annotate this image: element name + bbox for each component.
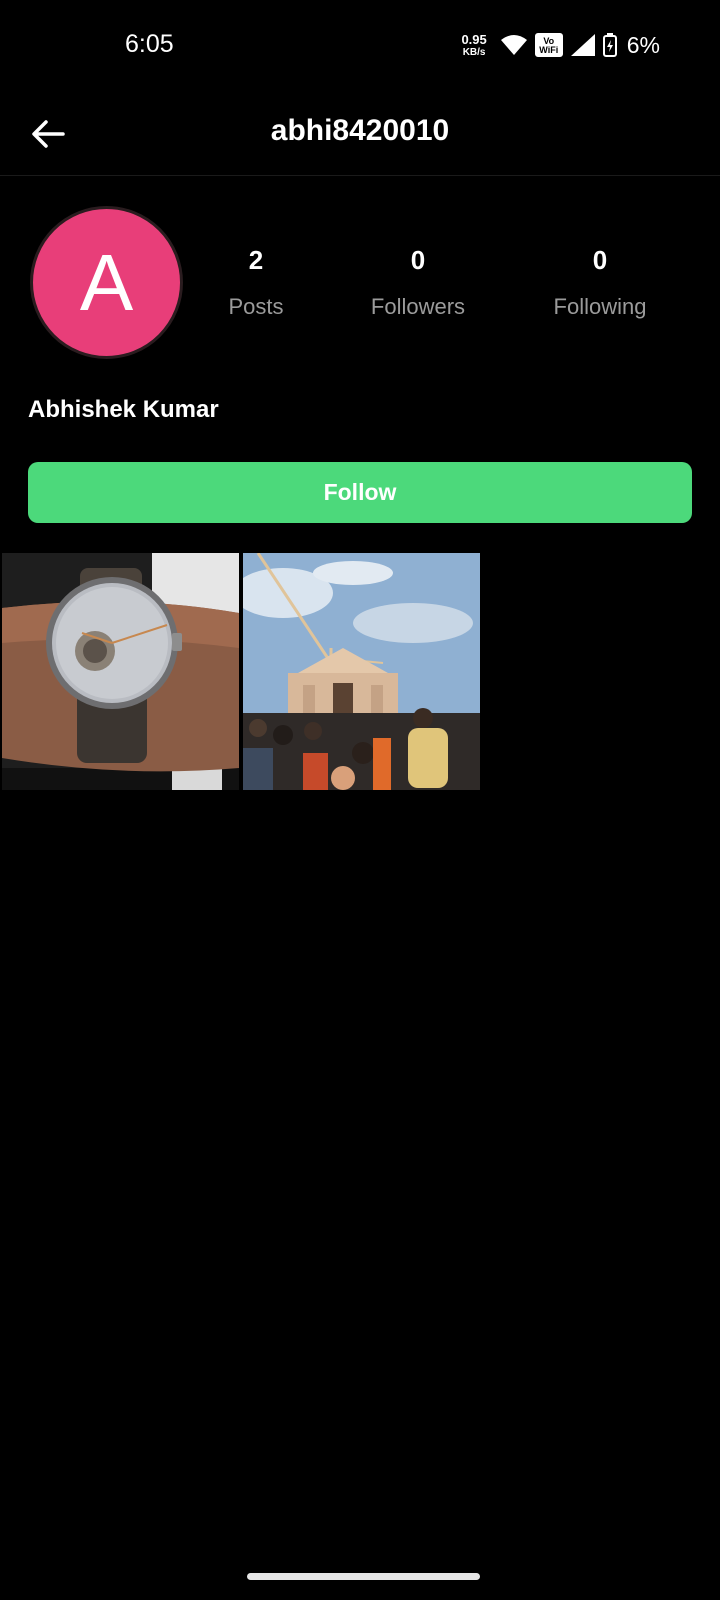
posts-count: 2: [248, 245, 264, 275]
network-speed-unit: KB/s: [462, 46, 486, 58]
battery-percent: 6%: [626, 31, 660, 58]
avatar-letter: A: [79, 237, 134, 327]
follow-button[interactable]: Follow: [28, 462, 692, 523]
wifi-icon: [500, 35, 527, 55]
posts-stat[interactable]: 2 Posts: [176, 245, 336, 320]
followers-count: 0: [410, 245, 426, 275]
vowifi-icon: Vo WiFi: [534, 33, 563, 57]
post-thumbnail[interactable]: [243, 553, 480, 790]
following-count: 0: [592, 245, 608, 275]
username-title: abhi8420010: [270, 114, 450, 147]
post-thumbnail[interactable]: [2, 553, 239, 790]
app-bar: abhi8420010: [0, 90, 720, 176]
network-speed-value: 0.95: [461, 31, 487, 47]
posts-label: Posts: [228, 294, 284, 319]
display-name: Abhishek Kumar: [28, 396, 219, 423]
status-time: 6:05: [125, 30, 174, 58]
followers-label: Followers: [370, 294, 466, 319]
signal-icon: [570, 34, 595, 56]
avatar: A: [30, 206, 183, 359]
wristwatch-photo: [2, 553, 239, 790]
temple-crowd-photo: [243, 553, 480, 790]
status-bar: 6:05 0.95 KB/s Vo WiFi 6%: [0, 0, 720, 90]
network-speed: 0.95 KB/s: [461, 33, 486, 58]
vowifi-bottom: WiFi: [539, 45, 559, 55]
status-icons: 0.95 KB/s Vo WiFi 6%: [461, 28, 660, 62]
home-indicator[interactable]: [247, 1573, 480, 1580]
following-label: Following: [553, 294, 647, 319]
following-stat[interactable]: 0 Following: [520, 245, 680, 320]
followers-stat[interactable]: 0 Followers: [338, 245, 498, 320]
battery-icon: [602, 33, 617, 57]
